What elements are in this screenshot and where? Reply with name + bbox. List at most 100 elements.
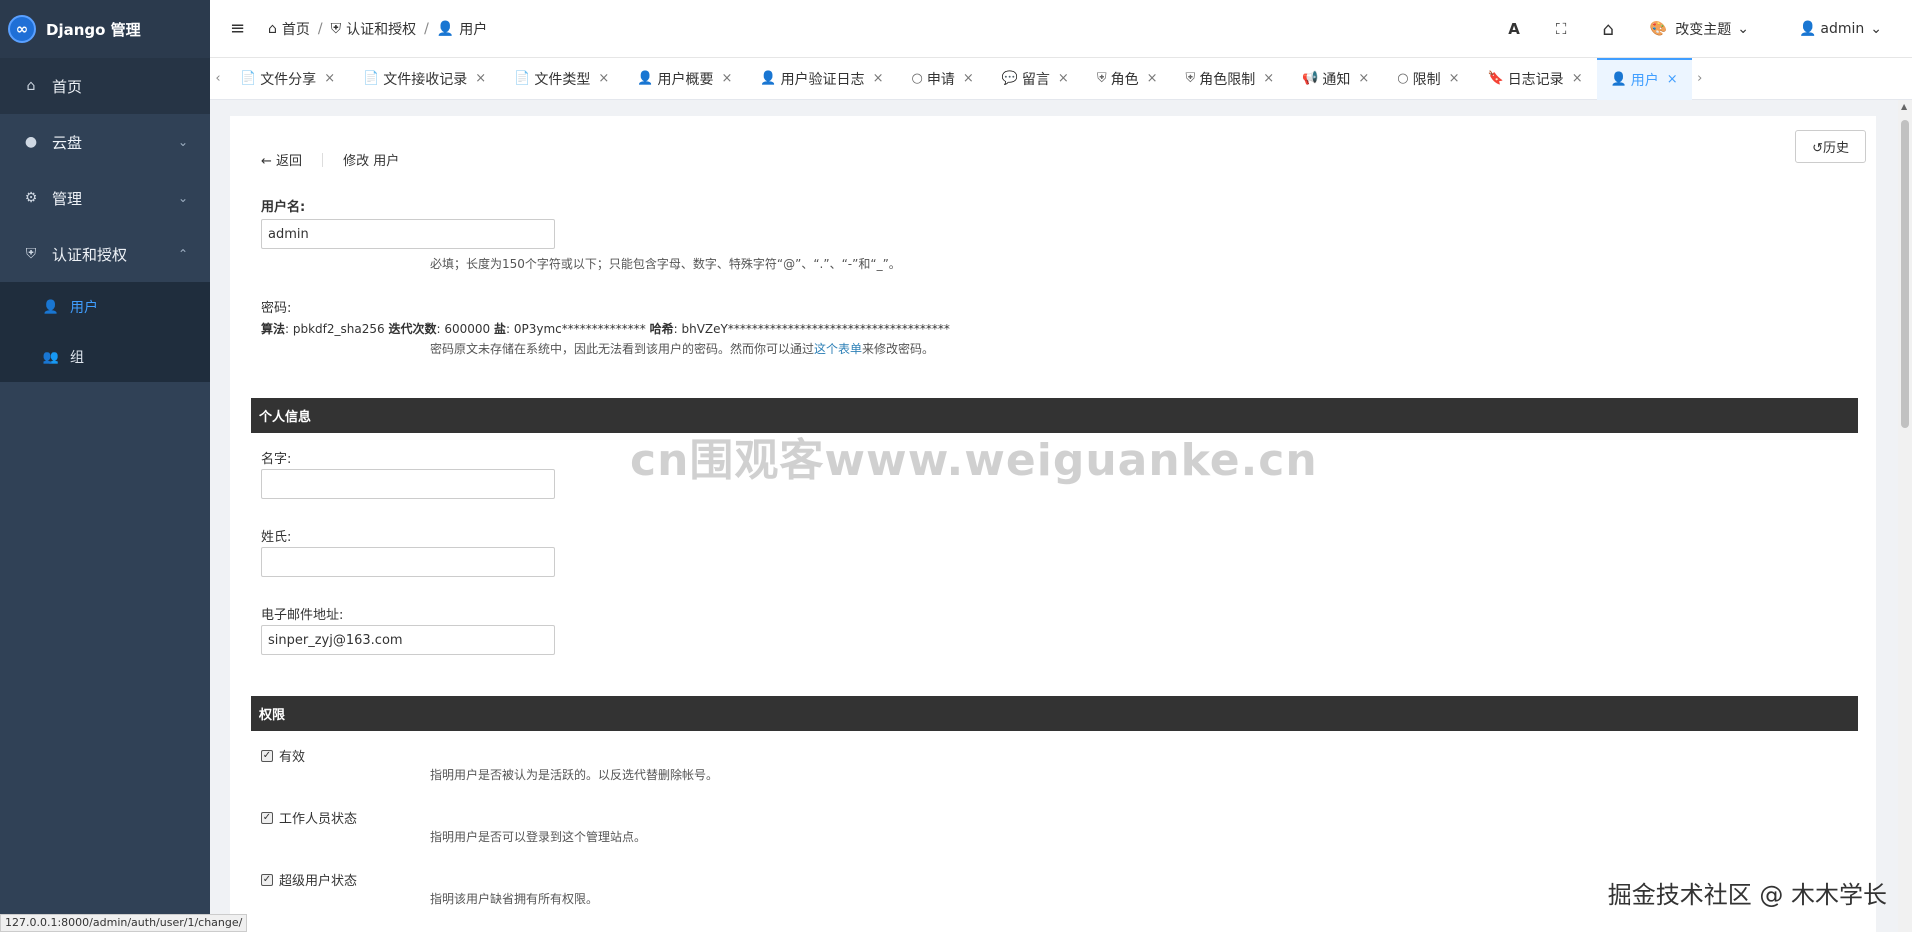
menu-toggle-icon[interactable]: ≡: [230, 18, 254, 39]
staff-checkbox[interactable]: ✓: [261, 811, 273, 824]
app-logo[interactable]: ∞ Django 管理: [0, 0, 210, 58]
tab-role[interactable]: ⛨ 角色 ×: [1083, 58, 1172, 100]
tab-user-verify-log[interactable]: 👤 用户验证日志 ×: [746, 58, 897, 100]
app-title: Django 管理: [46, 20, 141, 39]
tab-notice[interactable]: 📢 通知 ×: [1288, 58, 1383, 100]
home-icon[interactable]: ⌂: [1602, 19, 1613, 40]
close-icon[interactable]: ×: [1358, 71, 1369, 86]
tab-label: 通知: [1322, 71, 1351, 88]
comment-icon: 💬: [1001, 71, 1018, 86]
sidebar-item-auth[interactable]: ⛨ 认证和授权 ⌃: [0, 226, 210, 282]
close-icon[interactable]: ×: [1147, 71, 1158, 86]
tab-scroll-left-icon[interactable]: ‹: [210, 71, 226, 86]
close-icon[interactable]: ×: [1263, 71, 1274, 86]
file-icon: 📄: [240, 71, 257, 86]
chevron-down-icon: ⌄: [177, 191, 188, 205]
tab-limit[interactable]: ○ 限制 ×: [1383, 58, 1473, 100]
breadcrumb-separator: /: [424, 20, 429, 37]
scroll-up-icon[interactable]: ▲: [1901, 102, 1907, 111]
tab-label: 文件接收记录: [383, 71, 468, 88]
email-label: 电子邮件地址:: [261, 608, 344, 623]
close-icon[interactable]: ×: [475, 71, 486, 86]
close-icon[interactable]: ×: [1572, 71, 1583, 86]
tab-log[interactable]: 🔖 日志记录 ×: [1474, 58, 1597, 100]
theme-dropdown[interactable]: 🎨 改变主题 ⌄: [1650, 19, 1749, 39]
last-name-label: 姓氏:: [261, 530, 292, 545]
tab-label: 用户概要: [657, 71, 714, 88]
back-link[interactable]: ← 返回: [261, 150, 302, 169]
email-field[interactable]: [261, 625, 555, 655]
history-button[interactable]: ↺历史: [1795, 130, 1866, 163]
sidebar-item-home[interactable]: ⌂ 首页: [0, 58, 210, 114]
staff-checkbox-row: ✓ 工作人员状态: [261, 808, 357, 827]
shield-icon: ⛨: [1096, 71, 1107, 86]
tab-user[interactable]: 👤 用户 ×: [1596, 57, 1692, 100]
close-icon[interactable]: ×: [721, 71, 732, 86]
breadcrumb-auth[interactable]: 认证和授权: [346, 19, 416, 39]
close-icon[interactable]: ×: [598, 71, 609, 86]
user-icon: 👤: [436, 20, 455, 37]
tab-file-type[interactable]: 📄 文件类型 ×: [500, 58, 623, 100]
username-help: 必填；长度为150个字符或以下；只能包含字母、数字、特殊字符“@”、“.”、“-…: [430, 257, 901, 271]
font-size-icon[interactable]: A: [1508, 20, 1520, 38]
username-field[interactable]: [261, 219, 555, 249]
sidebar-item-users[interactable]: 👤 用户: [0, 282, 210, 332]
staff-help: 指明用户是否可以登录到这个管理站点。: [430, 830, 647, 844]
tab-label: 用户: [1630, 72, 1659, 89]
user-icon: 👤: [42, 299, 60, 315]
tab-file-receive[interactable]: 📄 文件接收记录 ×: [349, 58, 500, 100]
sidebar-submenu-auth: 👤 用户 👥 组: [0, 282, 210, 382]
first-name-field[interactable]: [261, 469, 555, 499]
sidebar-item-label: 组: [70, 350, 84, 366]
user-icon: 👤: [760, 71, 777, 86]
user-dropdown[interactable]: 👤 admin ⌄: [1799, 21, 1882, 37]
breadcrumb-home[interactable]: 首页: [282, 19, 310, 39]
tab-application[interactable]: ○ 申请 ×: [897, 58, 987, 100]
change-password-link[interactable]: 这个表单: [814, 342, 862, 356]
password-help-before: 密码原文未存储在系统中，因此无法看到该用户的密码。然而你可以通过: [430, 342, 815, 356]
tab-label: 用户验证日志: [780, 71, 865, 88]
close-icon[interactable]: ×: [873, 71, 884, 86]
close-icon[interactable]: ×: [324, 71, 335, 86]
shield-icon: ⛨: [25, 246, 37, 262]
sidebar-item-manage[interactable]: ⚙ 管理 ⌄: [0, 170, 210, 226]
tab-scroll-right-icon[interactable]: ›: [1692, 71, 1708, 86]
fullscreen-icon[interactable]: ⛶: [1556, 20, 1567, 38]
chevron-down-icon: ⌄: [1870, 21, 1882, 37]
tab-file-share[interactable]: 📄 文件分享 ×: [226, 58, 349, 100]
active-checkbox[interactable]: ✓: [261, 749, 273, 762]
close-icon[interactable]: ×: [1667, 72, 1678, 87]
circle-icon: ●: [24, 134, 38, 150]
users-icon: 👥: [42, 349, 60, 365]
username-label: 用户名:: [261, 200, 306, 215]
superuser-checkbox[interactable]: ✓: [261, 873, 273, 886]
infinity-logo-icon: ∞: [8, 15, 36, 43]
tab-role-limit[interactable]: ⛨ 角色限制 ×: [1171, 58, 1288, 100]
file-icon: 📄: [363, 71, 380, 86]
scrollbar-thumb[interactable]: [1901, 120, 1909, 428]
sidebar: ∞ Django 管理 ⌂ 首页 ● 云盘 ⌄ ⚙ 管理 ⌄ ⛨ 认证和授权 ⌃…: [0, 0, 210, 932]
breadcrumb-users: 用户: [459, 21, 488, 38]
tab-label: 文件分享: [260, 71, 317, 88]
sidebar-item-label: 云盘: [52, 133, 83, 152]
divider: [322, 152, 324, 167]
arrow-left-icon: ←: [261, 154, 272, 169]
tab-user-profile[interactable]: 👤 用户概要 ×: [623, 58, 746, 100]
chevron-down-icon: ⌄: [177, 135, 188, 149]
tab-message[interactable]: 💬 留言 ×: [988, 58, 1083, 100]
sidebar-item-cloud[interactable]: ● 云盘 ⌄: [0, 114, 210, 170]
tab-label: 留言: [1021, 71, 1050, 88]
close-icon[interactable]: ×: [963, 71, 974, 86]
gear-icon: ⚙: [24, 190, 38, 206]
page-scrollbar[interactable]: ▲: [1898, 100, 1912, 932]
change-form: ↺历史 ← 返回 修改 用户 用户名: 必填；长度为150个字符或以下；只能包含…: [230, 116, 1876, 932]
sidebar-item-label: 管理: [52, 189, 83, 208]
close-icon[interactable]: ×: [1449, 71, 1460, 86]
algo-value: pbkdf2_sha256: [292, 322, 385, 336]
sidebar-item-groups[interactable]: 👥 组: [0, 332, 210, 382]
password-label: 密码:: [261, 301, 292, 316]
superuser-label: 超级用户状态: [279, 874, 358, 889]
tab-label: 角色限制: [1199, 71, 1256, 88]
close-icon[interactable]: ×: [1058, 71, 1069, 86]
last-name-field[interactable]: [261, 547, 555, 577]
